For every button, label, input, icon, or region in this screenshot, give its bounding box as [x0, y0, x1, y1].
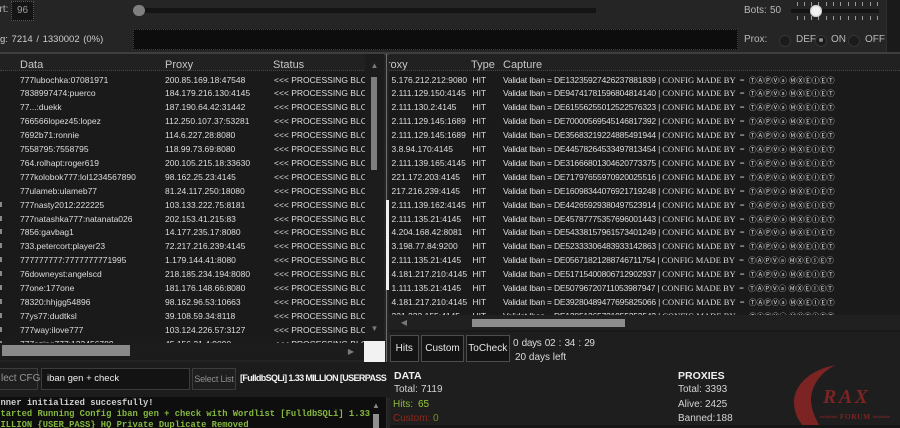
- svg-text:═══ FORUM ═══: ═══ FORUM ═══: [819, 412, 891, 421]
- svg-text:RAX: RAX: [822, 386, 871, 408]
